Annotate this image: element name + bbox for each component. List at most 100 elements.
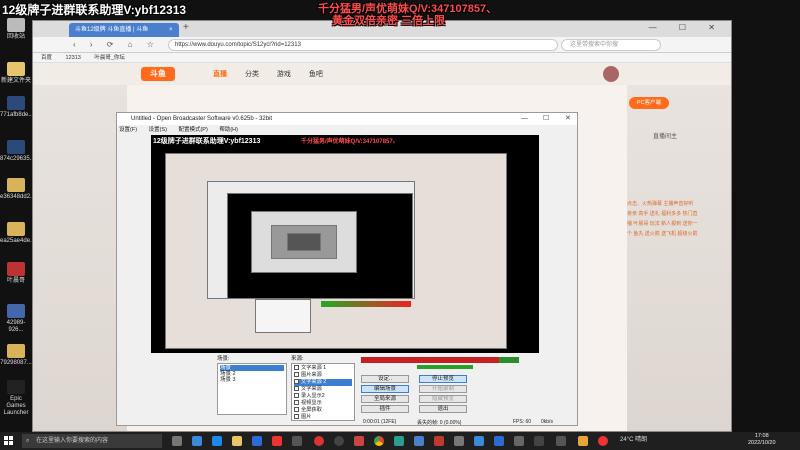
desktop-icon[interactable]: Epic Games Launcher xyxy=(0,380,32,417)
desktop-icon[interactable]: 42989-926... xyxy=(0,304,32,334)
avatar[interactable] xyxy=(603,66,619,82)
scene-list[interactable]: 场景 场景 2 场景 3 xyxy=(217,363,287,415)
speaker-icon[interactable]: ◀ xyxy=(469,355,475,364)
obs-taskbar-icon[interactable] xyxy=(334,436,344,446)
exit-button[interactable]: 退出 xyxy=(419,405,467,413)
obs-statusbar: 0:00:01 (12FE) 丢失的帧: 0 (0.00%) FPS: 60 0… xyxy=(117,419,579,427)
tab-close-icon[interactable]: × xyxy=(169,23,173,37)
site-nav-item[interactable]: 鱼吧 xyxy=(309,71,323,78)
taskbar-clock[interactable]: 17:08 2022/10/20 xyxy=(748,433,776,447)
edge-icon[interactable] xyxy=(212,436,222,446)
source-item[interactable]: 文字来源 xyxy=(294,386,352,393)
maximize-icon[interactable]: ☐ xyxy=(543,113,549,125)
bookmark-item[interactable]: 百度 xyxy=(41,55,52,61)
source-item[interactable]: 录入显示2 xyxy=(294,393,352,400)
douyu-app-icon[interactable] xyxy=(272,436,282,446)
site-nav-item[interactable]: 游戏 xyxy=(277,71,291,78)
windows-start-icon[interactable] xyxy=(4,436,14,446)
desktop-icon[interactable]: 新建文件夹 xyxy=(0,62,32,85)
app-icon[interactable] xyxy=(394,436,404,446)
browser-tab[interactable]: 斗鱼12级牌 斗鱼直播 | 斗鱼 × xyxy=(69,23,179,37)
menu-item[interactable]: 设置(F) xyxy=(119,127,137,133)
menu-item[interactable]: 帮助(H) xyxy=(219,127,238,133)
source-checkbox[interactable] xyxy=(294,386,299,392)
desktop-icon[interactable]: e36348dd2... xyxy=(0,178,35,201)
app-icon[interactable] xyxy=(514,436,524,446)
bookmark-item[interactable]: 12313 xyxy=(66,55,81,61)
source-checkbox[interactable] xyxy=(294,393,299,399)
stop-preview-button[interactable]: 停止预览 xyxy=(419,375,467,383)
app-icon[interactable] xyxy=(474,436,484,446)
app-icon[interactable] xyxy=(454,436,464,446)
source-checkbox[interactable] xyxy=(294,372,299,378)
bookmark-item[interactable]: 叶晨哥_你坛 xyxy=(94,55,125,61)
weather-icon[interactable] xyxy=(598,436,608,446)
source-checkbox[interactable] xyxy=(294,407,299,413)
obs-control-panels: 场景: 来源: 场景 场景 2 场景 3 文字来源 1 图片来源 文字来源 2 文字来源录… xyxy=(117,353,579,427)
tab-title: 斗鱼12级牌 斗鱼直播 | 斗鱼 xyxy=(75,27,149,33)
source-item[interactable]: 文字来源 2 xyxy=(294,379,352,386)
desktop-icon-label: 新建文件夹 xyxy=(0,78,31,84)
desktop-icon-label: 874c29635... xyxy=(0,156,35,162)
address-bar[interactable]: https://www.douyu.com/topic/S12ycl?rid=1… xyxy=(168,39,558,51)
desktop-icon[interactable]: 771afb8de... xyxy=(0,96,34,119)
new-tab-button[interactable]: + xyxy=(183,22,189,33)
obs-preview[interactable]: 12级牌子进群联系助理V:ybf12313 千分猛男/声优萌妹Q/V:34710… xyxy=(151,135,539,353)
plugins-button[interactable]: 插件 xyxy=(361,405,409,413)
preview-overlay-left: 12级牌子进群联系助理V:ybf12313 xyxy=(153,138,261,145)
browser-search-input[interactable]: 这里带搜索中你搜 xyxy=(561,39,661,51)
edit-scene-button[interactable]: 编辑场景 xyxy=(361,385,409,393)
desktop-icon-label: 771afb8de... xyxy=(0,112,34,118)
source-checkbox[interactable] xyxy=(294,365,299,371)
settings-button[interactable]: 设定.. xyxy=(361,375,409,383)
hide-preview-button[interactable]: 隐藏预览 xyxy=(419,395,467,403)
source-checkbox[interactable] xyxy=(294,379,299,385)
window-controls[interactable]: — ☐ ✕ xyxy=(649,23,725,32)
pc-client-button[interactable]: PC客户端 xyxy=(629,97,669,109)
menu-item[interactable]: 配置模式(P) xyxy=(178,127,207,133)
source-item[interactable]: 图片来源 xyxy=(294,372,352,379)
site-logo[interactable]: 斗鱼 xyxy=(141,67,175,81)
widgets-icon[interactable] xyxy=(192,436,202,446)
close-icon[interactable]: ✕ xyxy=(565,113,571,125)
obs-menubar: 设置(F) 设置(S) 配置模式(P) 帮助(H) xyxy=(117,125,577,135)
file-explorer-icon[interactable] xyxy=(232,436,242,446)
weather-readout[interactable]: 24°C 晴朗 xyxy=(620,434,647,443)
netease-icon[interactable] xyxy=(314,436,324,446)
site-nav-item[interactable]: 分类 xyxy=(245,71,259,78)
app-icon[interactable] xyxy=(556,436,566,446)
obs-window: Untitled - Open Broadcaster Software v0.… xyxy=(116,112,578,426)
chrome-icon[interactable] xyxy=(374,436,384,446)
desktop-icon[interactable]: 回收站 xyxy=(0,18,32,41)
desktop-icon[interactable]: 叶晨哥 xyxy=(0,262,32,285)
nav-buttons[interactable]: ‹ › ⟳ ⌂ ☆ xyxy=(73,40,160,49)
store-icon[interactable] xyxy=(252,436,262,446)
app-icon[interactable] xyxy=(354,436,364,446)
desktop-file-icon xyxy=(7,18,25,32)
task-view-icon[interactable] xyxy=(172,436,182,446)
site-nav-item[interactable]: 直播 xyxy=(213,71,227,78)
minimize-icon[interactable]: — xyxy=(521,113,528,125)
source-item[interactable]: 全屏获取 xyxy=(294,407,352,414)
menu-item[interactable]: 设置(S) xyxy=(149,127,167,133)
app-icon[interactable] xyxy=(414,436,424,446)
source-item[interactable]: 文字来源 1 xyxy=(294,365,352,372)
taskbar-search-input[interactable]: ⌕ 在这里输入你要搜索的内容 xyxy=(22,434,162,448)
bitrate-readout: 0kb/s xyxy=(541,419,553,425)
app-icon[interactable] xyxy=(578,436,588,446)
app-icon[interactable] xyxy=(292,436,302,446)
app-icon[interactable] xyxy=(534,436,544,446)
desktop-icon[interactable]: 79298087... xyxy=(0,344,32,367)
source-list[interactable]: 文字来源 1 图片来源 文字来源 2 文字来源 录入显示2 视频显示 全屏获取 图片 xyxy=(291,363,355,421)
app-icon[interactable] xyxy=(434,436,444,446)
scene-item[interactable]: 场景 3 xyxy=(220,377,284,383)
app-icon[interactable] xyxy=(494,436,504,446)
desktop-icon[interactable]: ea25ae4de... xyxy=(0,222,35,245)
desktop-icon[interactable]: 874c29635... xyxy=(0,140,35,163)
source-checkbox[interactable] xyxy=(294,400,299,406)
record-button[interactable]: 开始录制 xyxy=(419,385,467,393)
source-label: 文字来源 1 xyxy=(301,365,327,371)
source-item[interactable]: 视频显示 xyxy=(294,400,352,407)
global-sources-button[interactable]: 全局来源 xyxy=(361,395,409,403)
desktop-audio-slider[interactable] xyxy=(417,365,473,369)
